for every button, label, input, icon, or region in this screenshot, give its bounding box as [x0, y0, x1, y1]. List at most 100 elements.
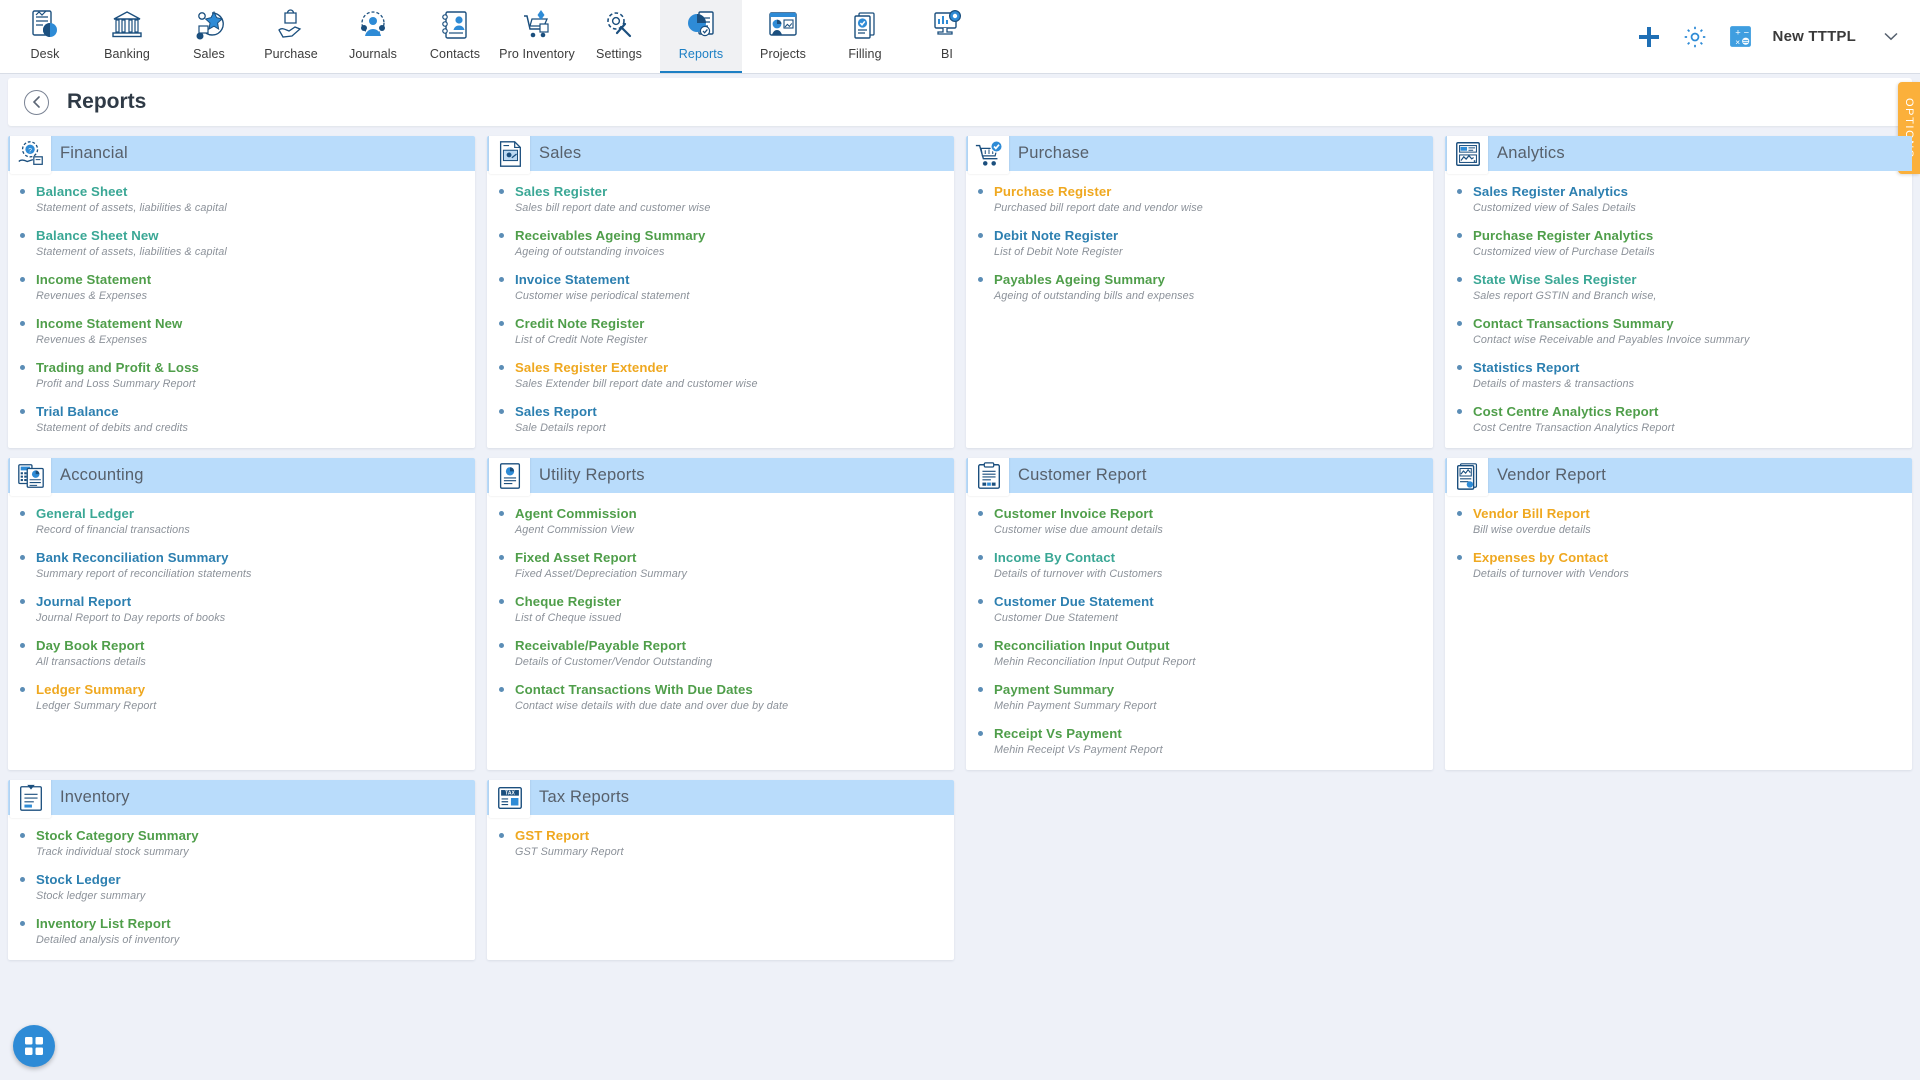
- report-link[interactable]: Journal Report: [36, 594, 131, 609]
- report-item[interactable]: Receivables Ageing Summary Ageing of outs…: [499, 227, 944, 258]
- report-item[interactable]: Balance Sheet New Statement of assets, li…: [20, 227, 465, 258]
- nav-item-pro-inventory[interactable]: Pro Inventory: [496, 0, 578, 73]
- report-item[interactable]: Receivable/Payable Report Details of Cust…: [499, 637, 944, 668]
- report-link[interactable]: Balance Sheet New: [36, 228, 159, 243]
- report-item[interactable]: Payables Ageing Summary Ageing of outstan…: [978, 271, 1423, 302]
- report-link[interactable]: Vendor Bill Report: [1473, 506, 1590, 521]
- report-link[interactable]: Balance Sheet: [36, 184, 127, 199]
- report-item[interactable]: Cost Centre Analytics Report Cost Centre …: [1457, 403, 1902, 434]
- report-link[interactable]: Sales Report: [515, 404, 597, 419]
- report-link[interactable]: Agent Commission: [515, 506, 637, 521]
- report-item[interactable]: Credit Note Register List of Credit Note …: [499, 315, 944, 346]
- nav-item-purchase[interactable]: Purchase: [250, 0, 332, 73]
- report-item[interactable]: General Ledger Record of financial transa…: [20, 505, 465, 536]
- report-link[interactable]: Fixed Asset Report: [515, 550, 637, 565]
- report-item[interactable]: Purchase Register Analytics Customized vi…: [1457, 227, 1902, 258]
- report-link[interactable]: GST Report: [515, 828, 589, 843]
- report-item[interactable]: Contact Transactions With Due Dates Conta…: [499, 681, 944, 712]
- report-link[interactable]: Invoice Statement: [515, 272, 630, 287]
- report-link[interactable]: Receivable/Payable Report: [515, 638, 686, 653]
- report-item[interactable]: Income Statement Revenues & Expenses: [20, 271, 465, 302]
- report-item[interactable]: Invoice Statement Customer wise periodica…: [499, 271, 944, 302]
- report-link[interactable]: Contact Transactions Summary: [1473, 316, 1674, 331]
- report-link[interactable]: Sales Register Analytics: [1473, 184, 1628, 199]
- report-link[interactable]: Sales Register Extender: [515, 360, 668, 375]
- report-item[interactable]: State Wise Sales Register Sales report GS…: [1457, 271, 1902, 302]
- report-link[interactable]: Reconciliation Input Output: [994, 638, 1170, 653]
- report-item[interactable]: Customer Due Statement Customer Due State…: [978, 593, 1423, 624]
- nav-item-banking[interactable]: Banking: [86, 0, 168, 73]
- report-link[interactable]: Trial Balance: [36, 404, 119, 419]
- report-link[interactable]: Credit Note Register: [515, 316, 645, 331]
- report-item[interactable]: Expenses by Contact Details of turnover w…: [1457, 549, 1902, 580]
- report-item[interactable]: Ledger Summary Ledger Summary Report: [20, 681, 465, 712]
- report-item[interactable]: Journal Report Journal Report to Day repo…: [20, 593, 465, 624]
- report-item[interactable]: Receipt Vs Payment Mehin Receipt Vs Payme…: [978, 725, 1423, 756]
- report-link[interactable]: Contact Transactions With Due Dates: [515, 682, 753, 697]
- gear-icon[interactable]: [1682, 24, 1708, 50]
- report-link[interactable]: Customer Invoice Report: [994, 506, 1153, 521]
- report-link[interactable]: Inventory List Report: [36, 916, 171, 931]
- grid-apps-icon[interactable]: [13, 1025, 55, 1067]
- report-item[interactable]: Sales Register Analytics Customized view …: [1457, 183, 1902, 214]
- report-link[interactable]: State Wise Sales Register: [1473, 272, 1637, 287]
- calculator-icon[interactable]: + − ×: [1728, 24, 1753, 49]
- report-item[interactable]: Sales Report Sale Details report: [499, 403, 944, 434]
- add-icon[interactable]: [1636, 24, 1662, 50]
- report-item[interactable]: Contact Transactions Summary Contact wise…: [1457, 315, 1902, 346]
- report-item[interactable]: Trading and Profit & Loss Profit and Loss…: [20, 359, 465, 390]
- report-item[interactable]: Trial Balance Statement of debits and cre…: [20, 403, 465, 434]
- report-item[interactable]: Stock Ledger Stock ledger summary: [20, 871, 465, 902]
- report-link[interactable]: Ledger Summary: [36, 682, 145, 697]
- report-link[interactable]: Income Statement: [36, 272, 151, 287]
- report-item[interactable]: Inventory List Report Detailed analysis o…: [20, 915, 465, 946]
- company-name[interactable]: New TTTPL: [1773, 28, 1856, 45]
- report-item[interactable]: Reconciliation Input Output Mehin Reconci…: [978, 637, 1423, 668]
- report-link[interactable]: Day Book Report: [36, 638, 144, 653]
- report-link[interactable]: Receivables Ageing Summary: [515, 228, 705, 243]
- report-link[interactable]: Income By Contact: [994, 550, 1115, 565]
- nav-item-filling[interactable]: Filling: [824, 0, 906, 73]
- report-link[interactable]: Receipt Vs Payment: [994, 726, 1122, 741]
- report-item[interactable]: GST Report GST Summary Report: [499, 827, 944, 858]
- nav-item-settings[interactable]: Settings: [578, 0, 660, 73]
- report-link[interactable]: Expenses by Contact: [1473, 550, 1608, 565]
- report-link[interactable]: Purchase Register Analytics: [1473, 228, 1653, 243]
- report-item[interactable]: Agent Commission Agent Commission View: [499, 505, 944, 536]
- report-link[interactable]: Stock Ledger: [36, 872, 121, 887]
- report-link[interactable]: Cost Centre Analytics Report: [1473, 404, 1659, 419]
- report-item[interactable]: Purchase Register Purchased bill report d…: [978, 183, 1423, 214]
- nav-item-sales[interactable]: Sales: [168, 0, 250, 73]
- report-item[interactable]: Sales Register Extender Sales Extender bi…: [499, 359, 944, 390]
- report-item[interactable]: Vendor Bill Report Bill wise overdue deta…: [1457, 505, 1902, 536]
- report-item[interactable]: Fixed Asset Report Fixed Asset/Depreciati…: [499, 549, 944, 580]
- back-arrow-icon[interactable]: [24, 89, 49, 115]
- report-item[interactable]: Bank Reconciliation Summary Summary repor…: [20, 549, 465, 580]
- report-item[interactable]: Stock Category Summary Track individual s…: [20, 827, 465, 858]
- report-link[interactable]: Debit Note Register: [994, 228, 1118, 243]
- report-link[interactable]: Sales Register: [515, 184, 607, 199]
- nav-item-desk[interactable]: Desk: [4, 0, 86, 73]
- report-link[interactable]: Purchase Register: [994, 184, 1112, 199]
- nav-item-reports[interactable]: Reports: [660, 0, 742, 73]
- report-link[interactable]: Income Statement New: [36, 316, 182, 331]
- nav-item-contacts[interactable]: Contacts: [414, 0, 496, 73]
- report-item[interactable]: Cheque Register List of Cheque issued: [499, 593, 944, 624]
- nav-item-bi[interactable]: BI: [906, 0, 988, 73]
- nav-item-projects[interactable]: Projects: [742, 0, 824, 73]
- report-item[interactable]: Income By Contact Details of turnover wit…: [978, 549, 1423, 580]
- chevron-down-icon[interactable]: [1884, 28, 1898, 46]
- report-link[interactable]: Trading and Profit & Loss: [36, 360, 199, 375]
- report-link[interactable]: Payment Summary: [994, 682, 1114, 697]
- report-item[interactable]: Customer Invoice Report Customer wise due…: [978, 505, 1423, 536]
- report-link[interactable]: Bank Reconciliation Summary: [36, 550, 229, 565]
- nav-item-journals[interactable]: Journals: [332, 0, 414, 73]
- report-item[interactable]: Balance Sheet Statement of assets, liabil…: [20, 183, 465, 214]
- report-link[interactable]: Statistics Report: [1473, 360, 1580, 375]
- report-item[interactable]: Statistics Report Details of masters & tr…: [1457, 359, 1902, 390]
- report-item[interactable]: Day Book Report All transactions details: [20, 637, 465, 668]
- report-link[interactable]: General Ledger: [36, 506, 134, 521]
- report-item[interactable]: Income Statement New Revenues & Expenses: [20, 315, 465, 346]
- report-link[interactable]: Cheque Register: [515, 594, 621, 609]
- report-link[interactable]: Stock Category Summary: [36, 828, 199, 843]
